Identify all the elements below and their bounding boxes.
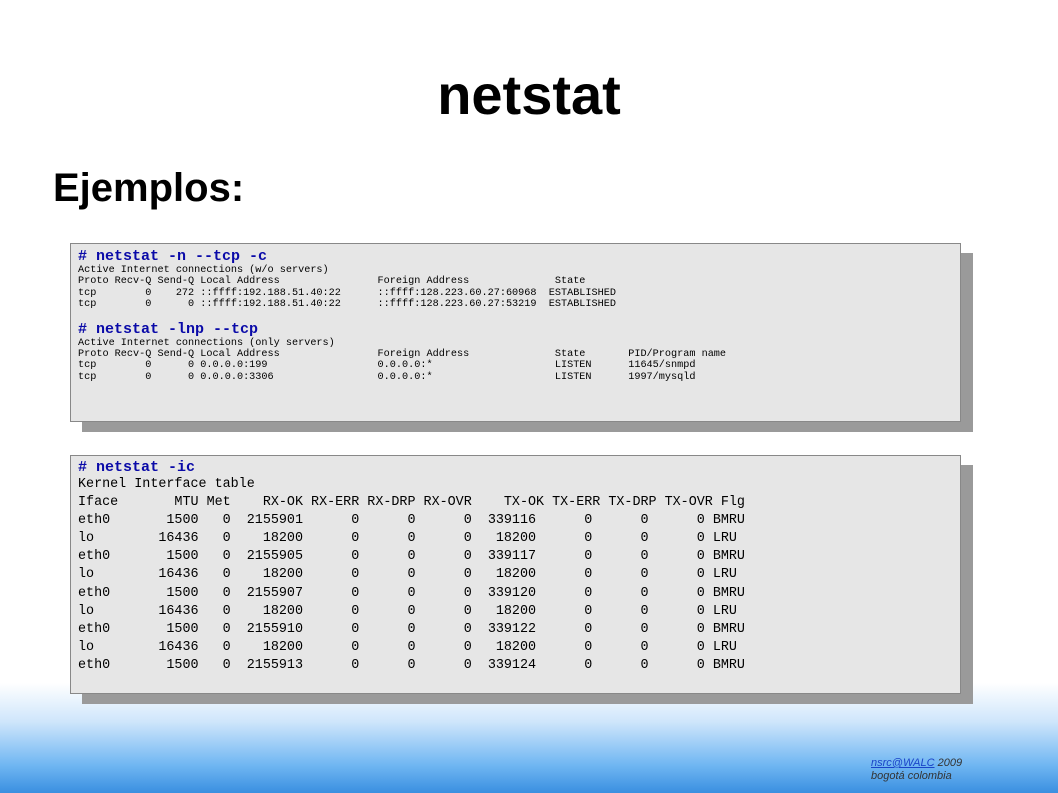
command-line: # netstat -ic bbox=[78, 459, 196, 476]
table-row: lo 16436 0 18200 0 0 0 18200 0 0 0 LRU bbox=[78, 567, 737, 583]
table-row: lo 16436 0 18200 0 0 0 18200 0 0 0 LRU bbox=[78, 603, 737, 619]
output-line: Kernel Interface table bbox=[78, 477, 255, 492]
output-line: Active Internet connections (only server… bbox=[78, 337, 335, 349]
table-row: eth0 1500 0 2155913 0 0 0 339124 0 0 0 B… bbox=[78, 657, 745, 673]
output-line: tcp 0 0 0.0.0.0:3306 0.0.0.0:* LISTEN 19… bbox=[78, 371, 696, 383]
table-row: lo 16436 0 18200 0 0 0 18200 0 0 0 LRU bbox=[78, 639, 737, 655]
slide-title: netstat bbox=[437, 63, 621, 126]
table-header: Iface MTU Met RX-OK RX-ERR RX-DRP RX-OVR… bbox=[78, 495, 745, 511]
footer-link[interactable]: nsrc@WALC bbox=[871, 757, 935, 769]
output-line: Active Internet connections (w/o servers… bbox=[78, 265, 329, 276]
output-line: Proto Recv-Q Send-Q Local Address Foreig… bbox=[78, 276, 586, 288]
footer-year: 2009 bbox=[934, 757, 963, 769]
table-row: lo 16436 0 18200 0 0 0 18200 0 0 0 LRU bbox=[78, 531, 737, 547]
table-row: eth0 1500 0 2155901 0 0 0 339116 0 0 0 B… bbox=[78, 513, 745, 529]
output-line: Proto Recv-Q Send-Q Local Address Foreig… bbox=[78, 349, 727, 361]
table-row: eth0 1500 0 2155907 0 0 0 339120 0 0 0 B… bbox=[78, 585, 745, 601]
terminal-panel-interfaces: # netstat -ic Kernel Interface table Ifa… bbox=[70, 455, 961, 694]
terminal-panel-tcp: # netstat -n --tcp -c Active Internet co… bbox=[70, 243, 961, 422]
command-line: # netstat -n --tcp -c bbox=[78, 248, 268, 265]
table-row: eth0 1500 0 2155905 0 0 0 339117 0 0 0 B… bbox=[78, 549, 745, 565]
output-line: tcp 0 272 ::ffff:192.188.51.40:22 ::ffff… bbox=[78, 287, 616, 299]
footer: nsrc@WALC 2009 bogotá colombia bbox=[871, 757, 962, 783]
command-line: # netstat -lnp --tcp bbox=[78, 320, 259, 338]
table-row: eth0 1500 0 2155910 0 0 0 339122 0 0 0 B… bbox=[78, 621, 745, 637]
slide-subtitle: Ejemplos: bbox=[53, 166, 245, 210]
output-line: tcp 0 0 ::ffff:192.188.51.40:22 ::ffff:1… bbox=[78, 299, 616, 311]
output-line: tcp 0 0 0.0.0.0:199 0.0.0.0:* LISTEN 116… bbox=[78, 360, 696, 372]
footer-location: bogotá colombia bbox=[871, 770, 952, 782]
